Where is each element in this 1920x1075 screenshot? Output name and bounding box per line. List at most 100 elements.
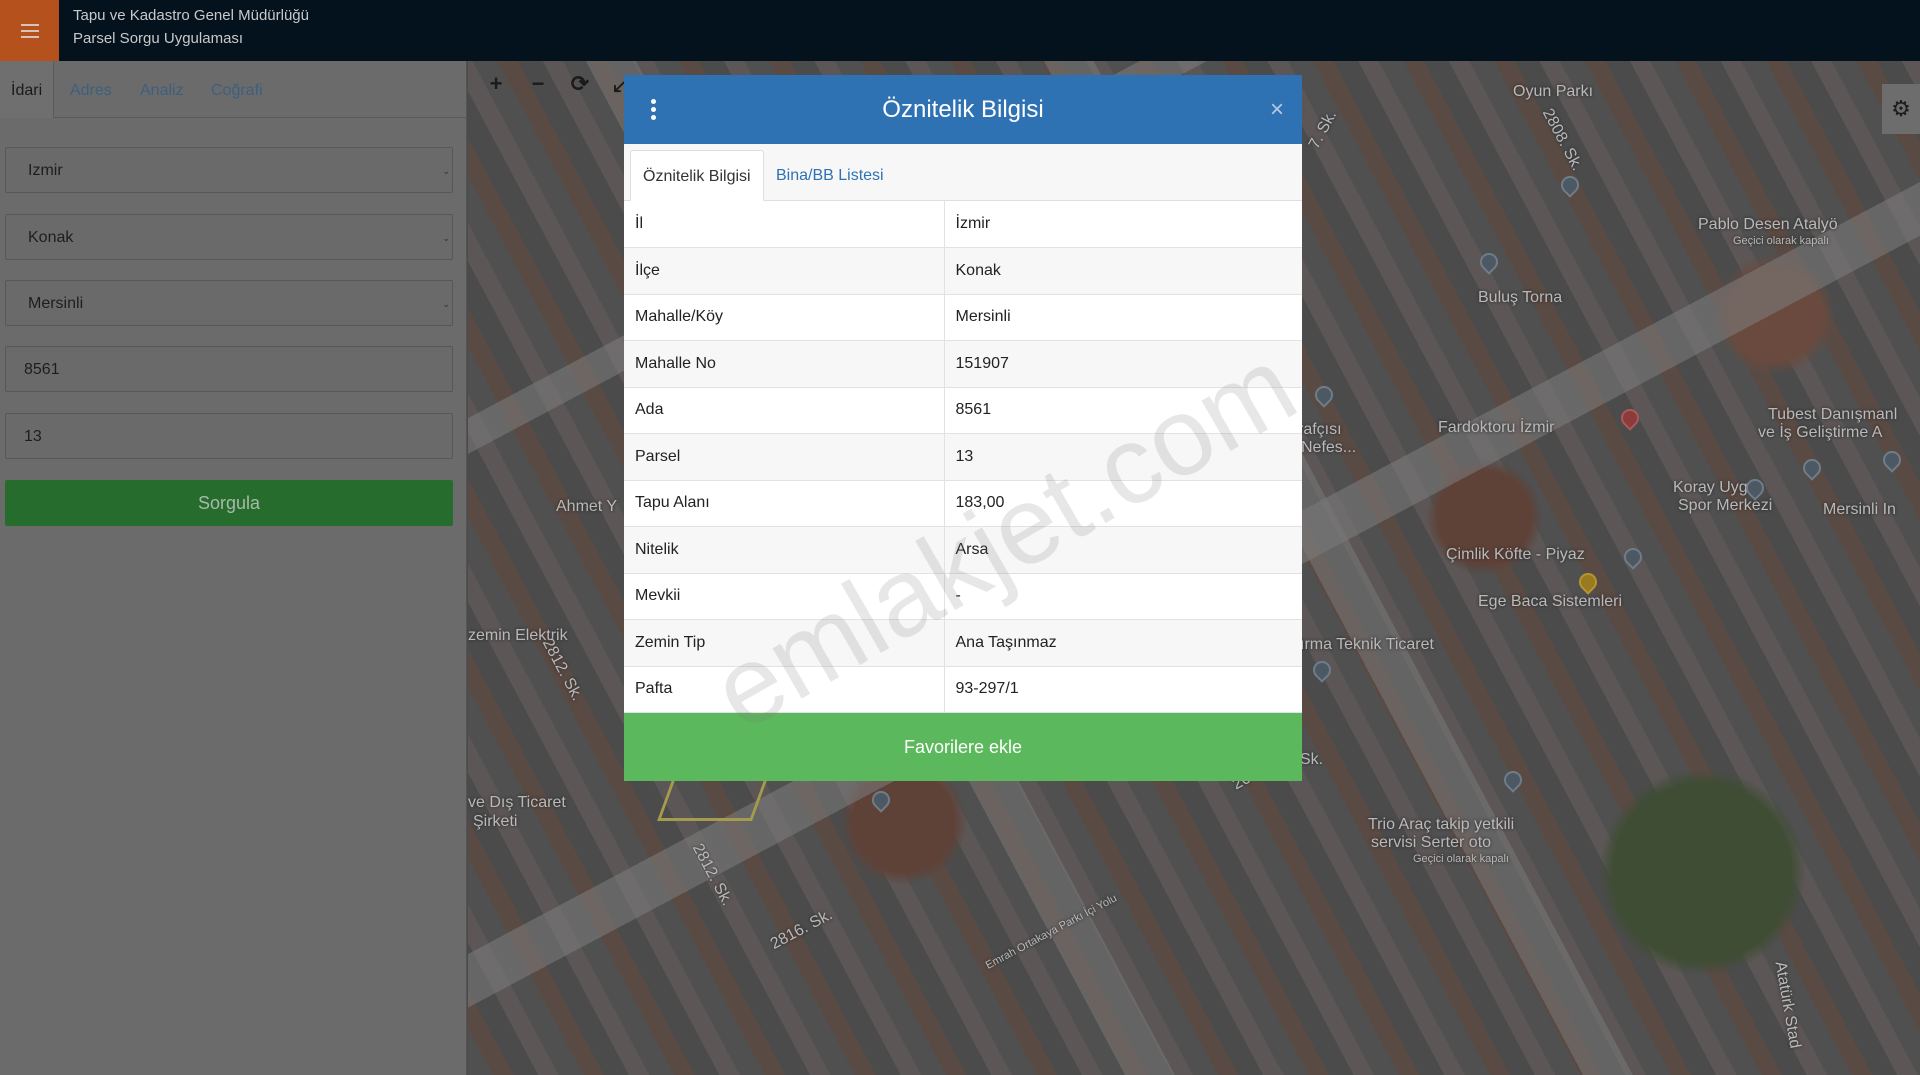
attribute-value: Arsa	[944, 526, 1302, 574]
gear-icon[interactable]: ⚙	[1882, 84, 1920, 134]
sidebar-tabs: İdari Adres Analiz Coğrafi	[0, 61, 467, 118]
map-label: Atatürk Stad	[1771, 960, 1804, 1050]
map-label: Geçici olarak kapalı	[1733, 235, 1829, 247]
attribute-key: İl	[624, 201, 945, 248]
map-pin-icon[interactable]	[1620, 544, 1646, 570]
menu-button[interactable]	[0, 0, 59, 61]
map-label: 2812. Sk.	[688, 840, 736, 909]
map-label: Buluş Torna	[1478, 289, 1563, 306]
attribute-key: Tapu Alanı	[624, 480, 945, 527]
tab-building-list[interactable]: Bina/BB Listesi	[764, 150, 896, 201]
attribute-value: Ana Taşınmaz	[944, 619, 1302, 667]
map-label: Çimlik Köfte - Piyaz	[1446, 546, 1585, 563]
map-label: Ege Baca Sistemleri	[1478, 593, 1623, 610]
chevron-down-icon: ⌄	[442, 233, 450, 243]
attribute-table: İl İzmir İlçe Konak Mahalle/Köy Mersinli Ma…	[624, 201, 1302, 713]
attribute-key: Pafta	[624, 666, 945, 713]
map-label: ve Dış Ticaret	[468, 794, 566, 811]
attribute-value: Mersinli	[944, 294, 1302, 341]
map-label: Fardoktoru İzmir	[1438, 419, 1555, 436]
map-label: rafçısı	[1298, 421, 1342, 438]
hamburger-icon	[20, 23, 39, 38]
tab-adres[interactable]: Adres	[70, 61, 112, 118]
modal-title: Öznitelik Bilgisi	[882, 96, 1044, 123]
map-label: Geçici olarak kapalı	[1413, 853, 1509, 865]
table-row: İl İzmir	[624, 201, 1302, 248]
map-label: 2808. Sk.	[1538, 105, 1586, 174]
chevron-down-icon: ⌄	[442, 166, 450, 176]
neighborhood-select[interactable]: Mersinli ⌄	[5, 280, 453, 326]
attribute-key: Nitelik	[624, 526, 945, 574]
tab-analiz[interactable]: Analiz	[140, 61, 184, 118]
chevron-down-icon: ⌄	[442, 299, 450, 309]
table-row: Ada 8561	[624, 387, 1302, 434]
query-button[interactable]: Sorgula	[5, 480, 453, 526]
tab-attribute-info[interactable]: Öznitelik Bilgisi	[630, 150, 764, 201]
attribute-value: -	[944, 573, 1302, 620]
attribute-value: 151907	[944, 340, 1302, 388]
province-select[interactable]: Izmir ⌄	[5, 147, 453, 193]
table-row: Nitelik Arsa	[624, 526, 1302, 574]
tab-idari[interactable]: İdari	[0, 61, 55, 118]
attribute-info-modal: Öznitelik Bilgisi × Öznitelik Bilgisi Bi…	[624, 75, 1302, 781]
add-to-favorites-button[interactable]: Favorilere ekle	[624, 713, 1302, 781]
map-label: Nefes...	[1301, 439, 1357, 456]
attribute-key: Mevkii	[624, 573, 945, 620]
district-select[interactable]: Konak ⌄	[5, 214, 453, 260]
map-label: Emrah Ortakaya Parkı İçi Yolu	[983, 892, 1119, 972]
zoom-out-icon[interactable]: −	[523, 69, 553, 99]
attribute-value: 13	[944, 433, 1302, 481]
attribute-value: 93-297/1	[944, 666, 1302, 713]
map-pin-icon[interactable]	[1557, 172, 1583, 198]
table-row: Parsel 13	[624, 433, 1302, 481]
map-pin-icon[interactable]	[1309, 657, 1335, 683]
province-value: Izmir	[28, 162, 63, 179]
kebab-icon[interactable]	[651, 99, 656, 121]
map-pin-icon[interactable]	[1500, 767, 1526, 793]
table-row: Mahalle/Köy Mersinli	[624, 294, 1302, 341]
block-no-input[interactable]: 8561	[5, 346, 453, 392]
attribute-value: Konak	[944, 247, 1302, 295]
table-row: Tapu Alanı 183,00	[624, 480, 1302, 527]
map-pin-icon[interactable]	[1476, 249, 1502, 275]
modal-header: Öznitelik Bilgisi ×	[624, 75, 1302, 144]
district-value: Konak	[28, 229, 74, 246]
map-label: Trio Araç takip yetkili	[1368, 816, 1515, 833]
neighborhood-value: Mersinli	[28, 295, 84, 312]
map-pin-icon[interactable]	[1311, 382, 1337, 408]
org-name: Tapu ve Kadastro Genel Müdürlüğü	[73, 7, 309, 24]
map-label: Ahmet Y	[556, 498, 618, 515]
attribute-key: Ada	[624, 387, 945, 434]
map-pin-icon[interactable]	[1879, 447, 1905, 473]
map-label: 7. Sk.	[1305, 107, 1341, 152]
map-label: 2812. Sk.	[538, 635, 586, 704]
map-label: ve İş Geliştirme A	[1758, 424, 1883, 441]
zoom-in-icon[interactable]: +	[481, 69, 511, 99]
table-row: Pafta 93-297/1	[624, 666, 1302, 713]
attribute-key: İlçe	[624, 247, 945, 295]
map-label: Oyun Parkı	[1513, 83, 1594, 100]
attribute-key: Mahalle No	[624, 340, 945, 388]
map-pin-icon[interactable]	[868, 787, 894, 813]
table-row: Zemin Tip Ana Taşınmaz	[624, 619, 1302, 667]
table-row: Mahalle No 151907	[624, 340, 1302, 388]
map-label: Sk.	[1300, 751, 1324, 768]
map-pin-icon[interactable]	[1575, 569, 1601, 595]
app-title: Tapu ve Kadastro Genel Müdürlüğü Parsel …	[73, 4, 309, 50]
tab-cografi[interactable]: Coğrafi	[211, 61, 263, 118]
parcel-no-input[interactable]: 13	[5, 413, 453, 459]
map-label: 2816. Sk.	[767, 906, 836, 953]
attribute-value: 8561	[944, 387, 1302, 434]
top-bar: Tapu ve Kadastro Genel Müdürlüğü Parsel …	[0, 0, 1920, 61]
map-pin-icon[interactable]	[1799, 455, 1825, 481]
attribute-value: 183,00	[944, 480, 1302, 527]
map-label: Şirketi	[473, 813, 518, 830]
map-pin-icon[interactable]	[1617, 405, 1643, 431]
map-toolbar: + − ⟳ ⤢	[468, 61, 648, 107]
map-label: Pablo Desen Atalyö	[1698, 216, 1838, 233]
map-label: Spor Merkezi	[1678, 497, 1773, 514]
app-name: Parsel Sorgu Uygulaması	[73, 30, 244, 47]
close-icon[interactable]: ×	[1270, 95, 1284, 125]
query-sidebar: İdari Adres Analiz Coğrafi Izmir ⌄ Konak…	[0, 61, 467, 1075]
refresh-icon[interactable]: ⟳	[565, 69, 595, 99]
